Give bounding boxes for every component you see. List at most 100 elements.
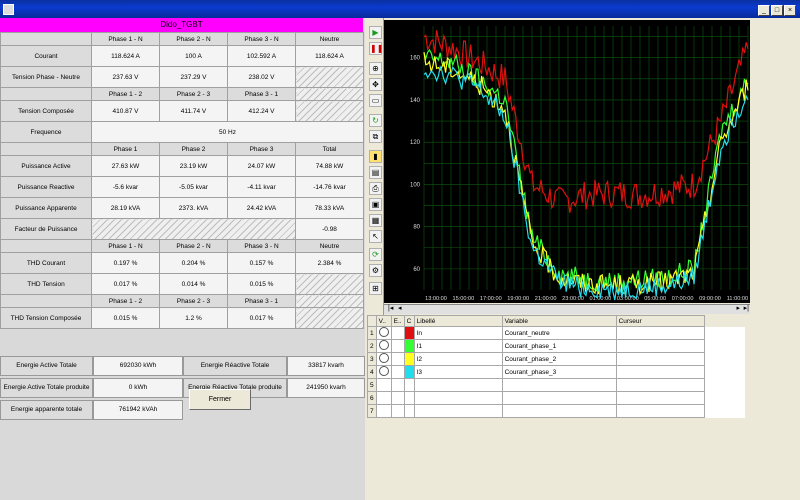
table-row[interactable]: 7: [367, 404, 745, 418]
value-cell: 102.592 A: [227, 45, 296, 67]
play-icon[interactable]: ▶: [369, 26, 382, 39]
variable-cell: [501, 378, 617, 392]
color-cell[interactable]: [403, 352, 415, 366]
trend-chart[interactable]: 60 80 100 120 140 160 13:00:00 15:00:00 17:00:00…: [384, 20, 750, 303]
print-preview-icon[interactable]: ▣: [369, 198, 382, 211]
zoom-icon[interactable]: ⊕: [369, 62, 382, 75]
visibility-toggle[interactable]: [375, 391, 392, 405]
libelle-cell: In: [413, 326, 503, 340]
title-bar: _ □ ×: [0, 0, 800, 18]
trend-panel: ▶ ❚❚ ⊕ ✥ ▭ ↻ ⧉ ▮ ▤ ⎙ ▣ ▦ ↖ ⟳ ⚙ ⊞ 60 80 100…: [367, 18, 750, 430]
libelle-cell: I2: [413, 352, 503, 366]
spacer-cell: [0, 239, 92, 253]
value-cell: 0.204 %: [159, 252, 228, 274]
column-header: Phase 2: [159, 142, 228, 156]
grid-icon[interactable]: ⊞: [369, 282, 382, 295]
y-tick-label: 100: [410, 182, 421, 188]
value-cell: 24.07 kW: [227, 155, 296, 177]
value-cell: 118.624 A: [295, 45, 364, 67]
minimize-button[interactable]: _: [758, 5, 770, 16]
column-header[interactable]: Curseur: [615, 315, 705, 327]
column-header[interactable]: [367, 315, 377, 327]
close-dialog-button[interactable]: Fermer: [189, 389, 251, 410]
table-row[interactable]: 1 In Courant_neutre: [367, 326, 745, 340]
table-row[interactable]: 4 I3 Courant_phase_3: [367, 365, 745, 379]
column-header[interactable]: V..: [375, 315, 392, 327]
cursor-cell: [615, 378, 705, 392]
value-cell: 23.19 kW: [159, 155, 228, 177]
energy-active-consumed-label: Energie Active Totale consommée: [0, 356, 93, 387]
row-label: Facteur de Puissance: [0, 218, 92, 240]
row-number: 6: [367, 391, 377, 405]
column-header: Phase 2 - N: [159, 239, 228, 253]
cursor-icon[interactable]: ↖: [369, 230, 382, 243]
visibility-toggle[interactable]: [375, 404, 392, 418]
visibility-toggle[interactable]: [375, 339, 392, 353]
table-header-row: V.. E.. C Libellé Variable Curseur: [367, 315, 745, 327]
column-header[interactable]: C: [403, 315, 415, 327]
pan-icon[interactable]: ✥: [369, 78, 382, 91]
scroll-right-icon[interactable]: ▸: [736, 304, 740, 312]
edit-cell[interactable]: [390, 391, 405, 405]
table-row: THD Tension Composée 0.015 % 1.2 % 0.017 %: [0, 307, 364, 329]
column-header[interactable]: Variable: [501, 315, 617, 327]
edit-cell[interactable]: [390, 339, 405, 353]
libelle-cell: [413, 404, 503, 418]
scroll-left-icon[interactable]: ◂: [398, 304, 402, 312]
page-icon[interactable]: ▤: [369, 166, 382, 179]
table-row: Puissance Apparente 28.19 kVA 2373. kVA 24.…: [0, 197, 364, 219]
visibility-toggle[interactable]: [375, 378, 392, 392]
cursor-cell: [615, 365, 705, 379]
value-cell: 0.015 %: [91, 307, 160, 329]
print-icon[interactable]: ⎙: [369, 182, 382, 195]
value-cell: 238.02 V: [227, 66, 296, 88]
reload-icon[interactable]: ⟳: [369, 248, 382, 261]
color-cell[interactable]: [403, 365, 415, 379]
edit-cell[interactable]: [390, 326, 405, 340]
visibility-toggle[interactable]: [375, 352, 392, 366]
select-icon[interactable]: ▭: [369, 94, 382, 107]
table-row[interactable]: 5: [367, 378, 745, 392]
maximize-button[interactable]: □: [771, 5, 783, 16]
color-cell[interactable]: [403, 404, 415, 418]
pause-icon[interactable]: ❚❚: [369, 42, 383, 55]
scroll-end-icon[interactable]: ▸|: [744, 304, 749, 312]
edit-cell[interactable]: [390, 404, 405, 418]
table-row[interactable]: 6: [367, 391, 745, 405]
value-cell: 0.014 %: [159, 273, 228, 295]
edit-cell[interactable]: [390, 352, 405, 366]
filler-cell: [703, 404, 745, 418]
color-cell[interactable]: [403, 326, 415, 340]
settings-icon[interactable]: ⚙: [369, 264, 382, 277]
not-applicable-cell: [295, 307, 364, 329]
value-cell: 27.63 kW: [91, 155, 160, 177]
color-cell[interactable]: [403, 391, 415, 405]
export-icon[interactable]: ▦: [369, 214, 382, 227]
chart-scrollbar[interactable]: |◂ ◂ ▸ ▸|: [384, 304, 750, 314]
table-row[interactable]: 2 I1 Courant_phase_1: [367, 339, 745, 353]
color-cell[interactable]: [403, 339, 415, 353]
panel-title: Dido_TGBT: [0, 18, 363, 32]
variables-table: V.. E.. C Libellé Variable Curseur 1 In Courant_…: [367, 315, 745, 418]
column-header[interactable]: E..: [390, 315, 405, 327]
column-header[interactable]: Libellé: [413, 315, 503, 327]
header-filler: [703, 315, 745, 327]
table-row[interactable]: 3 I2 Courant_phase_2: [367, 352, 745, 366]
close-button[interactable]: ×: [784, 5, 796, 16]
refresh-icon[interactable]: ↻: [369, 114, 382, 127]
visibility-toggle[interactable]: [375, 365, 392, 379]
visibility-toggle[interactable]: [375, 326, 392, 340]
column-header: Phase 3 - N: [227, 32, 296, 46]
table-row: THD Courant 0.197 % 0.204 % 0.157 % 2.384 %: [0, 252, 364, 274]
value-cell: 100 A: [159, 45, 228, 67]
scroll-start-icon[interactable]: |◂: [388, 304, 393, 312]
table-row: THD Tension 0.017 % 0.014 % 0.015 %: [0, 273, 364, 295]
edit-cell[interactable]: [390, 378, 405, 392]
column-header: Phase 1 - 2: [91, 87, 160, 101]
column-header: Neutre: [295, 32, 364, 46]
edit-cell[interactable]: [390, 365, 405, 379]
highlight-icon[interactable]: ▮: [369, 150, 382, 163]
copy-icon[interactable]: ⧉: [369, 130, 382, 143]
color-cell[interactable]: [403, 378, 415, 392]
spacer-cell: [0, 32, 92, 46]
